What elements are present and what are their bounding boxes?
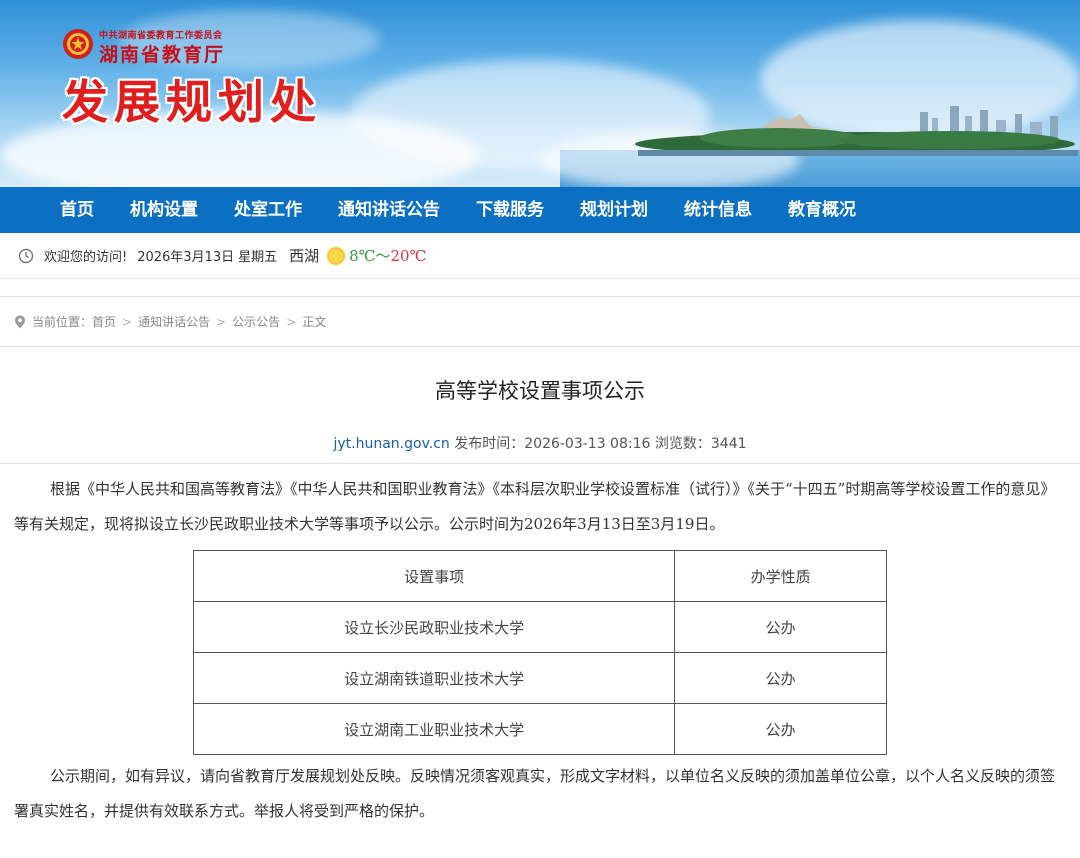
current-weekday: 星期五 <box>238 250 278 265</box>
breadcrumb-separator: > <box>216 314 227 329</box>
table-row: 设立长沙民政职业技术大学 公办 <box>192 601 887 653</box>
temperature-high: 20℃ <box>390 246 427 265</box>
views-count: 3441 <box>710 436 747 452</box>
publish-time: 2026-03-13 08:16 <box>524 436 651 452</box>
sun-icon <box>327 246 346 265</box>
nav-item-plans[interactable]: 规划计划 <box>562 187 666 233</box>
table-cell: 公办 <box>674 703 887 755</box>
breadcrumb-link-home[interactable]: 首页 <box>92 313 116 330</box>
publish-label: 发布时间： <box>454 436 525 452</box>
article-paragraph: 根据《中华人民共和国高等教育法》《中华人民共和国职业教育法》《本科层次职业学校设… <box>14 480 1056 533</box>
views-label: 浏览数： <box>654 436 711 452</box>
breadcrumb-label: 当前位置： <box>32 315 93 329</box>
article-title: 高等学校设置事项公示 <box>435 379 645 403</box>
nav-item-organization[interactable]: 机构设置 <box>112 187 216 233</box>
breadcrumb-link-notices[interactable]: 通知讲话公告 <box>138 313 210 330</box>
nav-item-downloads[interactable]: 下载服务 <box>458 187 562 233</box>
breadcrumb-separator: > <box>122 314 133 329</box>
table-row: 设立湖南铁道职业技术大学 公办 <box>192 652 887 704</box>
temperature-separator: ～ <box>375 247 391 265</box>
table-header: 办学性质 <box>674 550 887 602</box>
department-title: 发展规划处 <box>62 75 322 129</box>
table-cell: 设立湖南铁道职业技术大学 <box>192 652 676 704</box>
nav-item-home[interactable]: 首页 <box>42 187 112 233</box>
clock-icon <box>18 248 34 263</box>
table-cell: 设立湖南工业职业技术大学 <box>192 703 676 755</box>
article-meta: jyt.hunan.gov.cn 发布时间：2026-03-13 08:16 浏… <box>0 433 1080 464</box>
nav-item-office-work[interactable]: 处室工作 <box>216 187 320 233</box>
temperature-low: 8℃ <box>349 246 376 265</box>
weather-city: 西湖 <box>289 247 320 265</box>
breadcrumb-current: 正文 <box>302 315 327 329</box>
table-cell: 公办 <box>674 652 887 704</box>
table-row: 设立湖南工业职业技术大学 公办 <box>192 703 887 755</box>
source-link[interactable]: jyt.hunan.gov.cn <box>333 436 449 452</box>
city-skyline-illustration <box>635 106 1078 156</box>
section-spacer <box>0 279 1080 297</box>
items-table: 设置事项 办学性质 设立长沙民政职业技术大学 公办 设立湖南铁道职业技术大学 公… <box>192 550 887 755</box>
info-bar: 欢迎您的访问! 2026年3月13日 星期五 西湖 8℃ ～ 20℃ <box>0 233 1080 279</box>
current-date: 2026年3月13日 <box>137 250 235 265</box>
location-pin-icon <box>15 315 25 328</box>
table-header-row: 设置事项 办学性质 <box>192 550 887 602</box>
site-banner: 中共湖南省委教育工作委员会 湖南省教育厅 发展规划处 <box>0 0 1080 187</box>
org-name: 湖南省教育厅 <box>99 44 226 66</box>
table-cell: 公办 <box>674 601 887 653</box>
breadcrumb: 当前位置： 首页 > 通知讲话公告 > 公示公告 > 正文 <box>0 297 1080 347</box>
article-paragraph: 公示期间，如有异议，请向省教育厅发展规划处反映。反映情况须客观真实，形成文字材料… <box>14 767 1056 820</box>
nav-item-overview[interactable]: 教育概况 <box>770 187 874 233</box>
main-nav: 首页 机构设置 处室工作 通知讲话公告 下载服务 规划计划 统计信息 教育概况 <box>0 187 1080 233</box>
welcome-text: 欢迎您的访问! <box>44 250 128 265</box>
breadcrumb-separator: > <box>286 314 297 329</box>
national-emblem-icon <box>63 29 93 59</box>
table-cell: 设立长沙民政职业技术大学 <box>192 601 676 653</box>
nav-item-statistics[interactable]: 统计信息 <box>666 187 770 233</box>
table-header: 设置事项 <box>192 550 676 602</box>
article: 高等学校设置事项公示 jyt.hunan.gov.cn 发布时间：2026-03… <box>0 375 1080 829</box>
breadcrumb-link-announcements[interactable]: 公示公告 <box>232 313 280 330</box>
nav-item-notices[interactable]: 通知讲话公告 <box>320 187 458 233</box>
